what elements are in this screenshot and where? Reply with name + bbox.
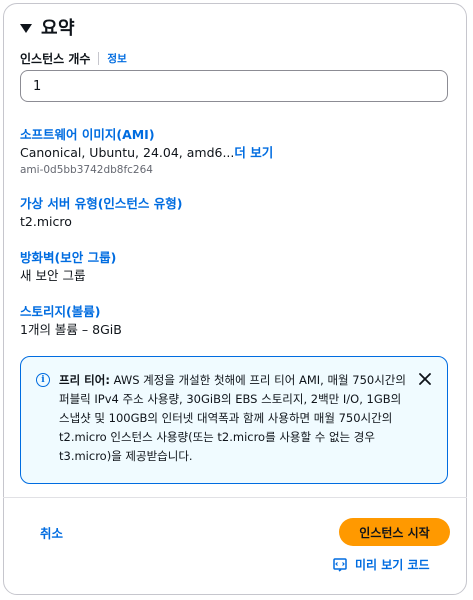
instance-count-label: 인스턴스 개수: [20, 52, 91, 66]
ami-value-row: Canonical, Ubuntu, 24.04, amd6...더 보기: [20, 144, 273, 162]
firewall-value: 새 보안 그룹: [20, 268, 86, 283]
info-link[interactable]: 정보: [107, 51, 126, 66]
ami-value: Canonical, Ubuntu, 24.04, amd6...: [20, 145, 235, 160]
summary-title: 요약: [41, 18, 76, 39]
footer-divider: [3, 497, 467, 498]
ami-title-link[interactable]: 소프트웨어 이미지(AMI): [20, 126, 273, 144]
instance-count-label-row: 인스턴스 개수 정보: [20, 50, 127, 67]
ami-id: ami-0d5bb3742db8fc264: [20, 164, 153, 176]
preview-code-label: 미리 보기 코드: [355, 558, 430, 572]
firewall-section: 방화벽(보안 그룹) 새 보안 그룹: [20, 249, 116, 285]
close-icon[interactable]: [415, 369, 435, 389]
ami-section: 소프트웨어 이미지(AMI) Canonical, Ubuntu, 24.04,…: [20, 126, 273, 178]
instance-type-section: 가상 서버 유형(인스턴스 유형) t2.micro: [20, 195, 182, 231]
free-tier-description: AWS 계정을 개설한 첫해에 프리 티어 AMI, 매월 750시간의 퍼블릭…: [59, 373, 406, 463]
firewall-title-link[interactable]: 방화벽(보안 그룹): [20, 249, 116, 267]
preview-code-button[interactable]: 미리 보기 코드: [333, 556, 430, 573]
caret-down-icon: [20, 23, 32, 33]
label-separator: [98, 52, 100, 65]
instance-count-input[interactable]: [20, 70, 448, 102]
storage-title-link[interactable]: 스토리지(볼륨): [20, 303, 122, 321]
instance-type-title-link[interactable]: 가상 서버 유형(인스턴스 유형): [20, 195, 182, 213]
free-tier-label: 프리 티어:: [59, 373, 110, 387]
free-tier-alert: i 프리 티어: AWS 계정을 개설한 첫해에 프리 티어 AMI, 매월 7…: [20, 356, 448, 484]
ami-more-link[interactable]: 더 보기: [234, 145, 273, 160]
instance-type-value: t2.micro: [20, 214, 72, 229]
code-preview-icon: [333, 557, 347, 572]
free-tier-alert-text: 프리 티어: AWS 계정을 개설한 첫해에 프리 티어 AMI, 매월 750…: [59, 371, 407, 466]
info-circle-icon: i: [36, 373, 50, 387]
launch-instance-button[interactable]: 인스턴스 시작: [339, 518, 450, 546]
storage-value: 1개의 볼륨 – 8GiB: [20, 322, 122, 337]
summary-header-toggle[interactable]: 요약: [20, 12, 75, 42]
cancel-button[interactable]: 취소: [40, 523, 63, 542]
storage-section: 스토리지(볼륨) 1개의 볼륨 – 8GiB: [20, 303, 122, 339]
